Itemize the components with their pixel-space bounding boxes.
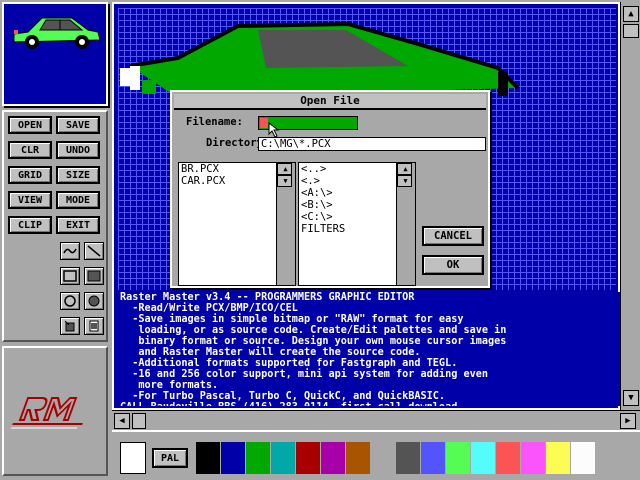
info-text-line: -Read/Write PCX/BMP/ICO/CEL <box>120 303 298 314</box>
palette-swatch[interactable] <box>396 442 420 474</box>
info-text-line: loading, or as source code. Create/Edit … <box>120 325 507 336</box>
rm-logo <box>10 397 83 429</box>
palette-button[interactable]: PAL <box>152 448 188 468</box>
scroll-right-arrow[interactable]: ▶ <box>620 413 636 429</box>
dir-list-up-arrow[interactable]: ▲ <box>397 163 412 175</box>
mouse-cursor-icon <box>268 122 280 138</box>
palette-swatch[interactable] <box>221 442 245 474</box>
palette-swatch[interactable] <box>521 442 545 474</box>
palette-swatch[interactable] <box>196 442 220 474</box>
file-list-scrollbar[interactable]: ▲ ▼ <box>276 163 295 285</box>
rect-fill-icon[interactable] <box>84 267 104 285</box>
current-color-swatch <box>120 442 146 474</box>
info-text-line: and Raster Master will create the source… <box>120 347 421 358</box>
file-list-down-arrow[interactable]: ▼ <box>277 175 292 187</box>
palette-swatch[interactable] <box>471 442 495 474</box>
color-palette: PAL <box>112 430 640 480</box>
palette-swatch[interactable] <box>371 442 395 474</box>
hscroll-thumb[interactable] <box>132 413 146 429</box>
palette-swatch[interactable] <box>571 442 595 474</box>
horizontal-scrollbar[interactable]: ◀ ▶ <box>112 410 640 430</box>
palette-swatch[interactable] <box>271 442 295 474</box>
directory-input[interactable]: C:\MG\*.PCX <box>258 137 486 151</box>
circle-outline-icon[interactable] <box>60 292 80 310</box>
vertical-scrollbar[interactable]: ▲ ▼ <box>620 2 640 410</box>
palette-swatch[interactable] <box>346 442 370 474</box>
dir-list-scrollbar[interactable]: ▲ ▼ <box>396 163 415 285</box>
scroll-up-arrow[interactable]: ▲ <box>623 6 639 22</box>
eraser-icon[interactable] <box>84 317 104 335</box>
rect-outline-icon[interactable] <box>60 267 80 285</box>
cancel-button[interactable]: CANCEL <box>422 226 484 246</box>
info-text-line: CALL Baudeville BBS (416) 283-0114, firs… <box>120 402 620 406</box>
scroll-thumb[interactable] <box>623 24 639 38</box>
clip-button[interactable]: CLIP <box>8 216 52 234</box>
file-list-up-arrow[interactable]: ▲ <box>277 163 292 175</box>
circle-fill-icon[interactable] <box>84 292 104 310</box>
ok-button[interactable]: OK <box>422 255 484 275</box>
line-icon[interactable] <box>84 242 104 260</box>
info-text-line: -Additional formats supported for Fastgr… <box>120 358 458 369</box>
undo-button[interactable]: UNDO <box>56 141 100 159</box>
info-text-line: -Save images in simple bitmap or "RAW" f… <box>120 314 464 325</box>
size-button[interactable]: SIZE <box>56 166 100 184</box>
directory-list[interactable]: <..> <.> <A:\> <B:\> <C:\> FILTERS ▲ ▼ <box>298 162 416 286</box>
open-file-dialog: Open File Filename: Directory: C:\MG\*.P… <box>170 90 490 288</box>
image-preview <box>2 2 108 106</box>
filename-label: Filename: <box>186 116 243 128</box>
palette-swatch[interactable] <box>246 442 270 474</box>
scroll-left-arrow[interactable]: ◀ <box>114 413 130 429</box>
scroll-down-arrow[interactable]: ▼ <box>623 390 639 406</box>
palette-swatch[interactable] <box>296 442 320 474</box>
info-text-line: binary format or source. Design your own… <box>120 336 507 347</box>
palette-swatch[interactable] <box>446 442 470 474</box>
view-button[interactable]: VIEW <box>8 191 52 209</box>
open-button[interactable]: OPEN <box>8 116 52 134</box>
exit-button[interactable]: EXIT <box>56 216 100 234</box>
palette-swatch[interactable] <box>421 442 445 474</box>
dir-list-down-arrow[interactable]: ▼ <box>397 175 412 187</box>
mode-button[interactable]: MODE <box>56 191 100 209</box>
fill-bucket-icon[interactable] <box>60 317 80 335</box>
dialog-title: Open File <box>174 94 486 110</box>
clear-button[interactable]: CLR <box>8 141 52 159</box>
app-logo-panel <box>2 346 108 476</box>
grid-button[interactable]: GRID <box>8 166 52 184</box>
curve-icon[interactable] <box>60 242 80 260</box>
info-text-line: -For Turbo Pascal, Turbo C, QuickC, and … <box>120 391 446 402</box>
palette-swatch[interactable] <box>546 442 570 474</box>
car-thumbnail <box>13 17 101 49</box>
info-text-line: Raster Master v3.4 -- PROGRAMMERS GRAPHI… <box>120 292 415 303</box>
info-text-line: more formats. <box>120 380 219 391</box>
palette-swatch[interactable] <box>496 442 520 474</box>
info-text-line: -16 and 256 color support, mini api syst… <box>120 369 489 380</box>
file-list[interactable]: BR.PCX CAR.PCX ▲ ▼ <box>178 162 296 286</box>
info-text-panel: Raster Master v3.4 -- PROGRAMMERS GRAPHI… <box>118 292 620 406</box>
save-button[interactable]: SAVE <box>56 116 100 134</box>
tool-panel: OPEN SAVE CLR UNDO GRID SIZE VIEW MODE C… <box>2 110 108 342</box>
palette-swatch[interactable] <box>321 442 345 474</box>
